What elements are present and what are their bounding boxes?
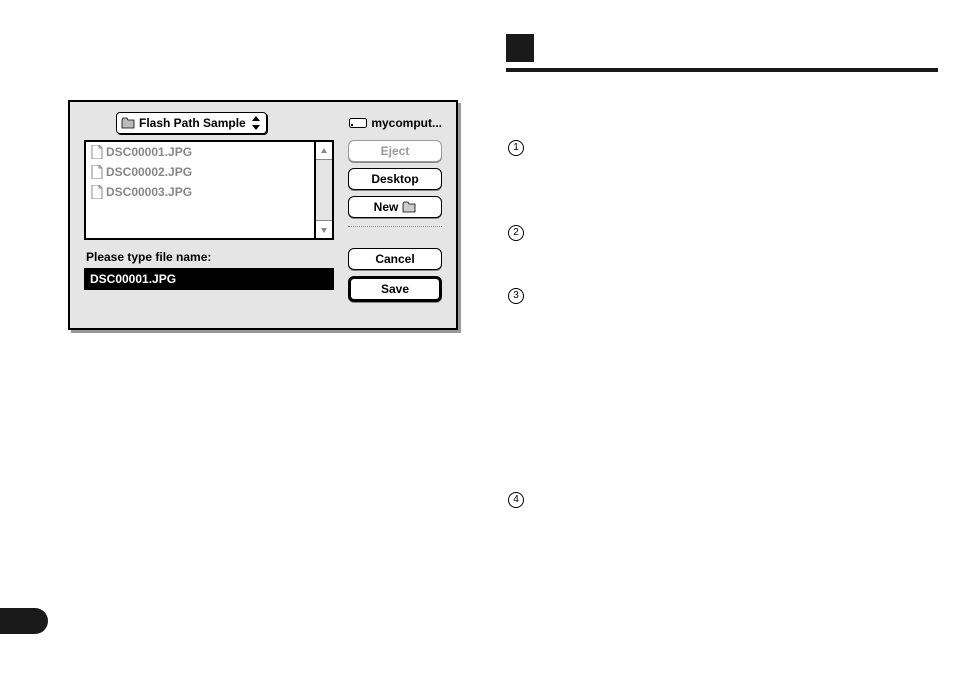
document-icon xyxy=(91,145,103,159)
folder-icon xyxy=(121,117,135,129)
document-icon xyxy=(91,165,103,179)
document-icon xyxy=(91,185,103,199)
new-folder-button[interactable]: New xyxy=(348,196,442,218)
list-item[interactable]: DSC00001.JPG xyxy=(86,142,314,162)
page-edge-tab xyxy=(0,608,48,634)
filename-section: Please type file name: xyxy=(84,248,334,302)
dialog-bottom-buttons: Cancel Save xyxy=(348,248,442,302)
section-marker-square xyxy=(506,34,534,62)
file-list-area: DSC00001.JPG DSC00002.JPG DSC00003.JPG xyxy=(84,140,442,240)
file-name: DSC00003.JPG xyxy=(106,185,192,199)
file-name: DSC00002.JPG xyxy=(106,165,192,179)
eject-button: Eject xyxy=(348,140,442,162)
cancel-button[interactable]: Cancel xyxy=(348,248,442,270)
new-button-label: New xyxy=(374,197,399,217)
chevron-up-icon xyxy=(320,147,328,155)
desktop-button[interactable]: Desktop xyxy=(348,168,442,190)
save-button[interactable]: Save xyxy=(348,276,442,302)
filename-input[interactable] xyxy=(84,268,334,290)
step-marker-2: 2 xyxy=(508,225,524,241)
location-row: Flash Path Sample mycomput... xyxy=(84,112,442,134)
updown-arrows-icon xyxy=(252,116,260,130)
disk-label: mycomput... xyxy=(371,116,442,130)
eject-button-label: Eject xyxy=(381,141,410,161)
list-item[interactable]: DSC00003.JPG xyxy=(86,182,314,202)
filename-row: Please type file name: Cancel Save xyxy=(84,248,442,302)
dialog-right-buttons: Eject Desktop New xyxy=(348,140,442,240)
list-item[interactable]: DSC00002.JPG xyxy=(86,162,314,182)
scroll-down-button[interactable] xyxy=(316,220,332,238)
section-divider-line xyxy=(506,68,938,72)
filename-prompt: Please type file name: xyxy=(86,250,334,264)
desktop-button-label: Desktop xyxy=(371,169,418,189)
location-label: Flash Path Sample xyxy=(139,116,246,130)
chevron-down-icon xyxy=(320,226,328,234)
button-separator xyxy=(348,226,442,227)
step-marker-1: 1 xyxy=(508,140,524,156)
harddisk-icon xyxy=(349,118,367,128)
cancel-button-label: Cancel xyxy=(375,249,414,269)
step-marker-3: 3 xyxy=(508,288,524,304)
scrollbar[interactable] xyxy=(316,140,334,240)
file-list[interactable]: DSC00001.JPG DSC00002.JPG DSC00003.JPG xyxy=(84,140,316,240)
save-dialog: Flash Path Sample mycomput... xyxy=(68,100,458,330)
save-button-label: Save xyxy=(381,279,409,299)
file-name: DSC00001.JPG xyxy=(106,145,192,159)
disk-indicator: mycomput... xyxy=(349,116,442,130)
location-popup-button[interactable]: Flash Path Sample xyxy=(116,112,267,134)
step-marker-4: 4 xyxy=(508,492,524,508)
scroll-up-button[interactable] xyxy=(316,142,332,160)
new-folder-icon xyxy=(402,201,416,213)
